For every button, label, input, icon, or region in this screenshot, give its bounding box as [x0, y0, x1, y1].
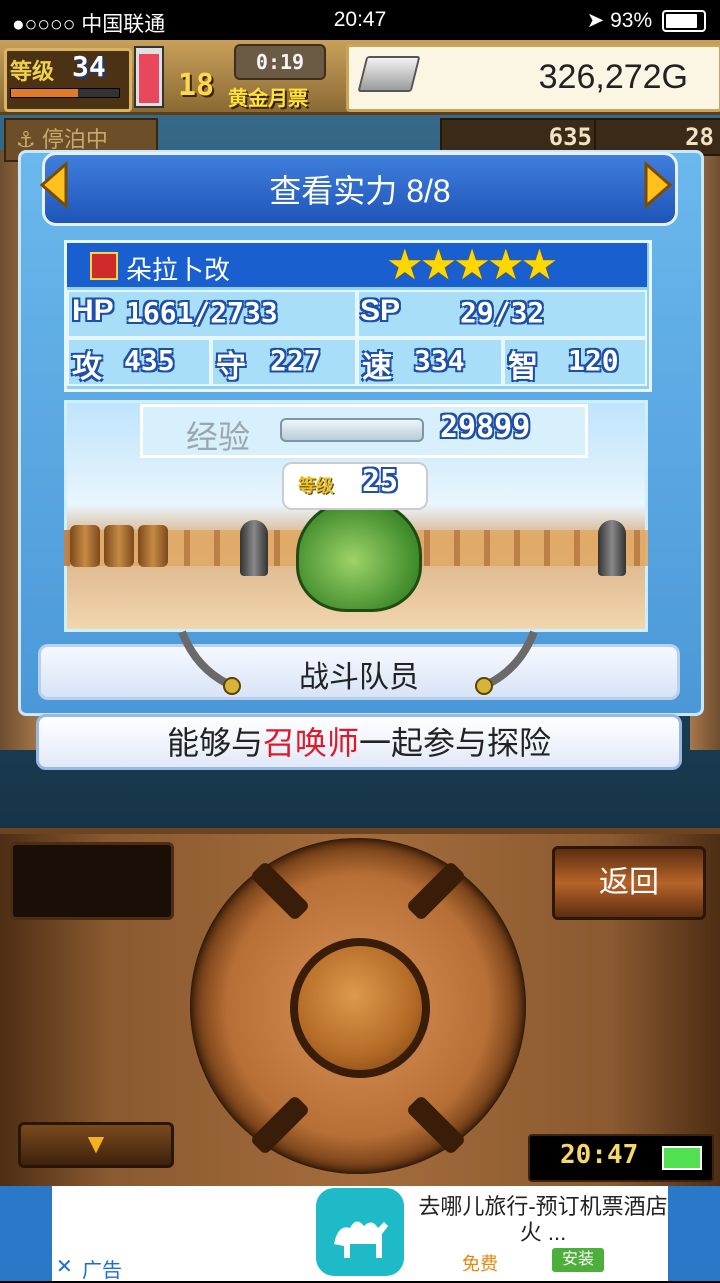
location-icon: ➤ [586, 9, 605, 32]
def-label: 守 [216, 351, 246, 384]
moon-ticket-count: 18 [178, 68, 215, 103]
down-button[interactable]: ▼ [18, 1122, 174, 1168]
description-text: 能够与召唤师一起参与探险 [36, 718, 682, 764]
player-exp-bar [10, 88, 120, 98]
atk-label: 攻 [72, 351, 102, 384]
prev-arrow-icon[interactable] [36, 160, 76, 210]
sp-value: 29/32 [460, 296, 545, 329]
character-name: 朵拉卜改 [126, 255, 231, 285]
ad-install-button[interactable]: 安装 [552, 1248, 604, 1272]
dpad-center-button[interactable] [290, 938, 430, 1078]
anchor-icon: ⚓ [16, 127, 36, 152]
gold-amount: 326,272G [538, 58, 688, 96]
camel-app-icon[interactable] [316, 1188, 404, 1276]
crocodile-character [296, 498, 422, 612]
camel-icon [334, 1221, 388, 1258]
role-label: 战斗队员 [299, 661, 419, 694]
character-level-label: 等级 [298, 476, 334, 496]
desc-prefix: 能够与 [166, 725, 263, 761]
mini-screen [10, 842, 174, 920]
sp-label: SP [360, 294, 401, 327]
battery-icon [662, 1146, 702, 1170]
fuel-gauge [134, 46, 164, 108]
barrel-icon [70, 525, 100, 567]
def-value: 227 [270, 344, 321, 377]
battery-indicator: ➤ 93% [587, 8, 706, 33]
spd-label: 速 [362, 351, 392, 384]
spd-value: 334 [414, 344, 465, 377]
exp-value: 29899 [440, 410, 531, 445]
hp-value: 1661/2733 [126, 296, 278, 329]
game-clock-time: 20:47 [560, 1140, 639, 1170]
exp-bar [280, 418, 424, 442]
panel-title: 查看实力 8/8 [269, 173, 451, 209]
back-button[interactable]: 返回 [552, 846, 706, 920]
docked-label: 停泊中 [41, 127, 108, 152]
hp-label: HP [72, 294, 114, 327]
atk-value: 435 [124, 344, 175, 377]
ad-close-icon[interactable]: ✕ [56, 1254, 73, 1279]
int-value: 120 [568, 344, 619, 377]
barrel-icon [138, 525, 168, 567]
status-bar: ●○○○○ 中国联通 20:47 ➤ 93% [0, 0, 720, 40]
silver-bar-icon [357, 56, 421, 92]
fire-attribute-icon [90, 252, 118, 280]
ad-title[interactable]: 去哪儿旅行-预订机票酒店火 ... [418, 1194, 668, 1246]
next-arrow-icon[interactable] [636, 160, 676, 210]
ad-free-label: 免费 [462, 1254, 498, 1274]
moon-ticket-timer: 0:19 [234, 44, 326, 80]
player-level-label: 等级 [10, 59, 55, 84]
barrel-icon [104, 525, 134, 567]
int-label: 智 [508, 351, 538, 384]
battery-icon [662, 10, 706, 33]
exp-label: 经验 [186, 419, 251, 455]
character-level-value: 25 [362, 464, 399, 499]
player-level-value: 34 [72, 50, 106, 83]
cannon-icon [240, 520, 268, 576]
moon-ticket-label: 黄金月票 [228, 88, 308, 110]
desc-suffix: 一起参与探险 [359, 725, 552, 761]
cannon-icon [598, 520, 626, 576]
rarity-stars: ★★★★★ [386, 241, 558, 288]
desc-highlight: 召唤师 [262, 725, 359, 761]
ad-label: 广告 [82, 1260, 122, 1282]
battery-percent: 93% [610, 9, 653, 32]
